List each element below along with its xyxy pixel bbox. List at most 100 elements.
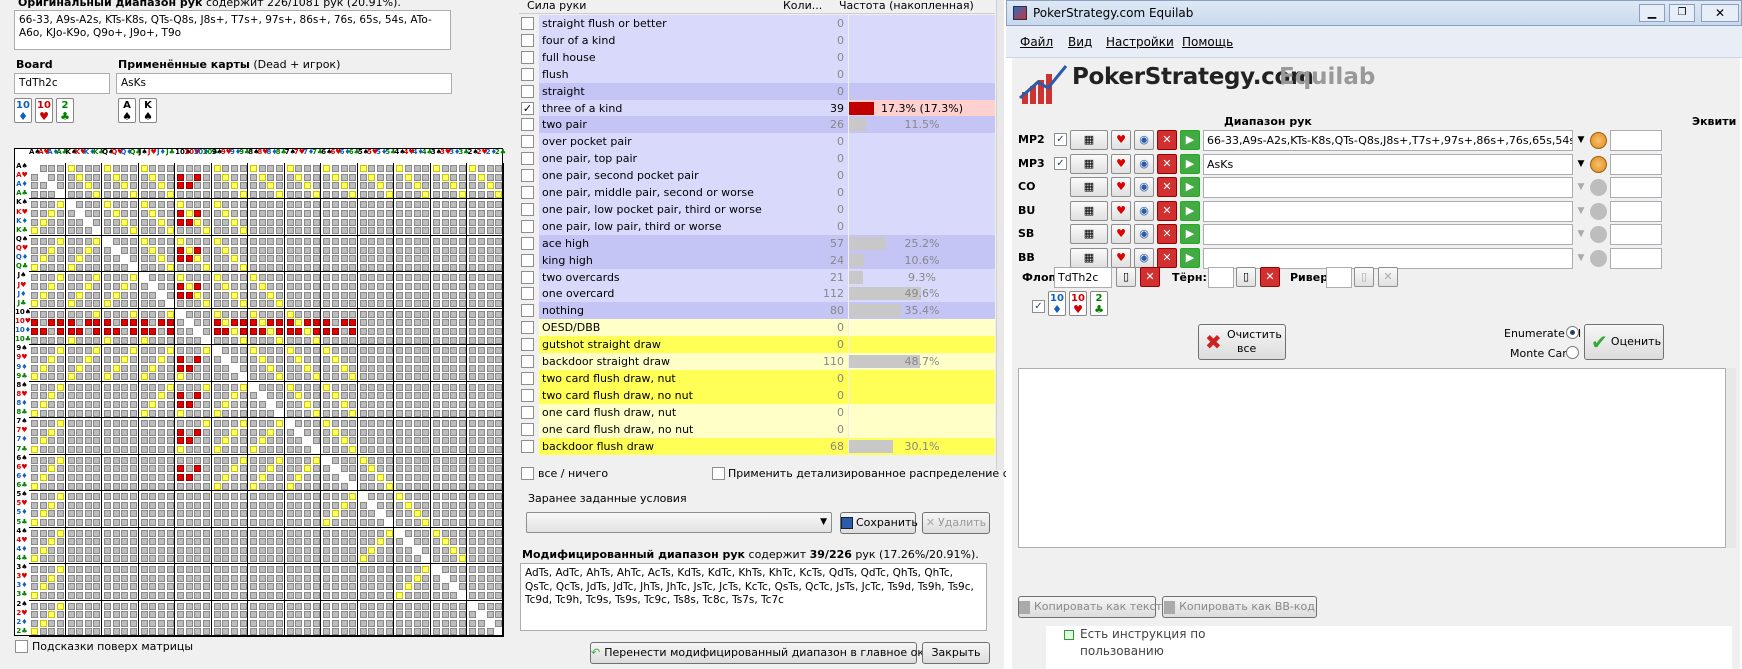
combo-cell[interactable] <box>340 555 348 563</box>
combo-cell[interactable] <box>185 456 193 464</box>
combo-cell[interactable] <box>129 611 137 619</box>
combo-cell[interactable] <box>486 428 494 436</box>
combo-cell[interactable] <box>149 518 157 526</box>
combo-cell[interactable] <box>295 328 303 336</box>
combo-cell[interactable] <box>203 182 211 190</box>
combo-cell[interactable] <box>295 227 303 235</box>
combo-cell[interactable] <box>458 456 466 464</box>
combo-cell[interactable] <box>185 173 193 181</box>
combo-cell[interactable] <box>140 373 148 381</box>
combo-cell[interactable] <box>458 201 466 209</box>
combo-cell[interactable] <box>93 628 101 636</box>
player-range-input[interactable] <box>1203 177 1573 198</box>
combo-cell[interactable] <box>230 529 238 537</box>
matrix-block[interactable] <box>248 272 285 309</box>
combo-cell[interactable] <box>104 310 112 318</box>
combo-cell[interactable] <box>349 574 357 582</box>
matrix-block[interactable] <box>29 199 66 236</box>
combo-cell[interactable] <box>76 364 84 372</box>
combo-cell[interactable] <box>422 611 430 619</box>
combo-cell[interactable] <box>441 347 449 355</box>
combo-cell[interactable] <box>222 583 230 591</box>
combo-cell[interactable] <box>222 602 230 610</box>
combo-cell[interactable] <box>258 165 266 172</box>
combo-cell[interactable] <box>368 518 376 526</box>
combo-cell[interactable] <box>486 482 494 490</box>
combo-cell[interactable] <box>267 300 275 308</box>
combo-cell[interactable] <box>396 428 404 436</box>
matrix-block[interactable] <box>394 308 431 346</box>
combo-cell[interactable] <box>441 165 449 172</box>
combo-cell[interactable] <box>486 555 494 563</box>
combo-cell[interactable] <box>185 555 193 563</box>
combo-cell[interactable] <box>349 282 357 290</box>
combo-cell[interactable] <box>56 619 64 627</box>
card-icon[interactable]: ♥ <box>1111 177 1131 197</box>
combo-cell[interactable] <box>140 591 148 599</box>
combo-cell[interactable] <box>157 546 165 554</box>
combo-cell[interactable] <box>377 336 385 344</box>
combo-cell[interactable] <box>377 328 385 336</box>
matrix-block[interactable] <box>394 272 431 309</box>
combo-cell[interactable] <box>166 373 174 381</box>
combo-cell[interactable] <box>48 428 56 436</box>
matrix-block[interactable] <box>65 235 103 273</box>
combo-cell[interactable] <box>140 409 148 417</box>
combo-cell[interactable] <box>121 493 129 501</box>
combo-cell[interactable] <box>93 538 101 546</box>
matrix-block[interactable] <box>29 564 66 601</box>
combo-cell[interactable] <box>368 347 376 355</box>
combo-cell[interactable] <box>478 518 486 526</box>
combo-cell[interactable] <box>258 574 266 582</box>
matrix-block[interactable] <box>138 345 176 382</box>
combo-cell[interactable] <box>76 282 84 290</box>
combo-cell[interactable] <box>239 437 247 445</box>
combo-cell[interactable] <box>166 420 174 428</box>
combo-cell[interactable] <box>203 165 211 172</box>
combo-cell[interactable] <box>396 373 404 381</box>
combo-cell[interactable] <box>203 190 211 198</box>
combo-cell[interactable] <box>359 602 367 610</box>
combo-cell[interactable] <box>230 602 238 610</box>
combo-cell[interactable] <box>478 583 486 591</box>
combo-cell[interactable] <box>166 400 174 408</box>
combo-cell[interactable] <box>258 319 266 327</box>
combo-cell[interactable] <box>441 619 449 627</box>
combo-cell[interactable] <box>286 165 294 172</box>
combo-cell[interactable] <box>267 574 275 582</box>
combo-cell[interactable] <box>486 274 494 282</box>
combo-cell[interactable] <box>405 255 412 263</box>
combo-cell[interactable] <box>340 274 348 282</box>
combo-cell[interactable] <box>194 373 202 381</box>
combo-cell[interactable] <box>469 364 477 372</box>
combo-cell[interactable] <box>230 182 238 190</box>
combo-cell[interactable] <box>149 538 157 546</box>
combo-cell[interactable] <box>39 446 47 454</box>
combo-cell[interactable] <box>450 336 458 344</box>
combo-cell[interactable] <box>239 347 247 355</box>
combo-cell[interactable] <box>84 409 92 417</box>
row-checkbox[interactable] <box>521 169 534 183</box>
combo-cell[interactable] <box>230 201 238 209</box>
combo-cell[interactable] <box>258 591 266 599</box>
combo-cell[interactable] <box>230 373 238 381</box>
combo-cell[interactable] <box>149 255 157 263</box>
combo-cell[interactable] <box>312 428 320 436</box>
combo-cell[interactable] <box>39 473 47 481</box>
combo-cell[interactable] <box>458 392 466 400</box>
combo-cell[interactable] <box>478 602 486 610</box>
combo-cell[interactable] <box>495 420 503 428</box>
combo-cell[interactable] <box>340 383 348 391</box>
combo-cell[interactable] <box>230 383 238 391</box>
combo-cell[interactable] <box>495 619 503 627</box>
combo-cell[interactable] <box>495 246 503 254</box>
combo-cell[interactable] <box>140 328 148 336</box>
combo-cell[interactable] <box>185 282 193 290</box>
combo-cell[interactable] <box>331 201 339 209</box>
combo-cell[interactable] <box>495 555 503 563</box>
combo-cell[interactable] <box>359 420 367 428</box>
hand-distribution-icon[interactable] <box>1590 202 1607 220</box>
combo-cell[interactable] <box>93 355 101 363</box>
combo-cell[interactable] <box>413 182 421 190</box>
combo-cell[interactable] <box>413 420 421 428</box>
